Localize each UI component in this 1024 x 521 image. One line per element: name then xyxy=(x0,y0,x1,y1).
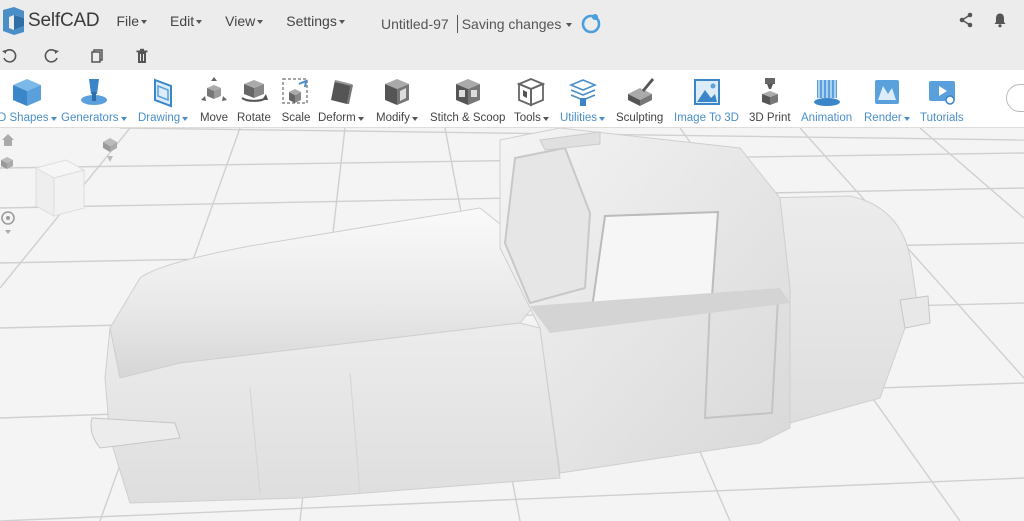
tool-label: Stitch & Scoop xyxy=(430,112,506,124)
tutorials-icon xyxy=(928,81,955,105)
chevron-down-icon xyxy=(903,117,910,121)
chevron-down-icon xyxy=(182,117,189,121)
chevron-down-icon xyxy=(411,117,418,121)
top-right-actions xyxy=(958,12,1008,28)
menu-view[interactable]: View xyxy=(225,13,264,29)
document-header: Untitled-97 Saving changes xyxy=(381,13,602,35)
document-title[interactable]: Untitled-97 xyxy=(381,16,449,32)
tool-modify[interactable]: Modify xyxy=(376,76,418,124)
deform-icon xyxy=(330,80,353,104)
tool-label: Render xyxy=(864,112,902,124)
tool-label: D Shapes xyxy=(0,112,49,124)
divider xyxy=(456,15,458,33)
chevron-down-icon xyxy=(542,117,549,121)
tool-label: Drawing xyxy=(138,112,181,124)
tool-label: Tutorials xyxy=(920,112,964,124)
main-menu: File Edit View Settings xyxy=(116,13,367,29)
app-name: SelfCAD xyxy=(28,10,100,31)
chevron-down-icon xyxy=(599,117,606,121)
tool-render[interactable]: Render xyxy=(864,76,910,124)
tool-move[interactable]: Move xyxy=(199,76,229,124)
tool-label: Animation xyxy=(801,112,853,124)
saving-spinner-icon xyxy=(582,14,601,34)
drawing-icon xyxy=(154,78,173,108)
utilities-icon xyxy=(568,79,597,106)
tool-label: Utilities xyxy=(560,112,598,124)
scale-icon xyxy=(282,78,308,104)
menu-file[interactable]: File xyxy=(116,13,148,29)
tool-label: Scale xyxy=(281,112,311,124)
tool-tools[interactable]: Tools xyxy=(514,76,549,124)
cube-icon xyxy=(13,79,42,106)
chevron-down-icon xyxy=(50,117,57,121)
generator-icon xyxy=(80,79,107,105)
tool-stitch-scoop[interactable]: Stitch & Scoop xyxy=(430,76,505,124)
chevron-down-icon xyxy=(257,20,264,24)
rotate-icon xyxy=(241,80,268,102)
tool-label: Rotate xyxy=(237,112,271,124)
tool-drawing[interactable]: Drawing xyxy=(138,76,189,124)
tool-deform[interactable]: Deform xyxy=(318,76,364,124)
3d-viewport[interactable] xyxy=(0,128,1024,521)
tool-label: Deform xyxy=(318,112,356,124)
car-body-model[interactable] xyxy=(0,128,1024,521)
tool-tutorials[interactable]: Tutorials xyxy=(920,76,964,124)
chevron-down-icon xyxy=(196,20,203,24)
tool-3d-print[interactable]: 3D Print xyxy=(749,76,791,124)
modify-icon xyxy=(384,79,409,105)
tool-label: Generators xyxy=(61,112,119,124)
tool-label: 3D Print xyxy=(749,112,791,124)
animation-icon xyxy=(813,80,840,106)
chevron-down-icon xyxy=(338,20,345,24)
save-status-dropdown[interactable]: Saving changes xyxy=(462,16,573,32)
chevron-down-icon xyxy=(120,117,127,121)
menu-file-label: File xyxy=(116,13,140,29)
menu-settings-label: Settings xyxy=(286,13,337,29)
3d-print-icon xyxy=(761,78,778,105)
tool-utilities[interactable]: Utilities xyxy=(560,76,606,124)
copy-icon[interactable] xyxy=(89,48,105,64)
menu-bar: SelfCAD File Edit View Settings Untitled… xyxy=(0,0,1024,42)
save-status-text: Saving changes xyxy=(461,16,562,32)
trash-icon[interactable] xyxy=(134,48,150,64)
tool-sculpting[interactable]: Sculpting xyxy=(616,76,663,124)
bell-icon[interactable] xyxy=(992,12,1008,28)
stitch-scoop-icon xyxy=(455,79,480,105)
tool-generators[interactable]: Generators xyxy=(61,76,127,124)
chevron-down-icon xyxy=(141,20,148,24)
tool-rotate[interactable]: Rotate xyxy=(237,76,271,124)
tool-label: Image To 3D xyxy=(674,112,739,124)
chevron-down-icon xyxy=(357,117,364,121)
image-to-3d-icon xyxy=(693,79,720,105)
tool-label: Tools xyxy=(514,112,541,124)
tool-shapes[interactable]: D Shapes xyxy=(0,76,57,124)
redo-icon[interactable] xyxy=(44,48,60,64)
history-bar xyxy=(0,42,1024,70)
render-icon xyxy=(874,80,899,104)
tool-image-to-3d[interactable]: Image To 3D xyxy=(674,76,739,124)
selfcad-logo-icon xyxy=(3,7,24,35)
undo-icon[interactable] xyxy=(1,48,17,64)
sculpting-icon xyxy=(627,78,654,106)
tool-label: Modify xyxy=(376,112,410,124)
menu-settings[interactable]: Settings xyxy=(286,13,345,29)
tool-label: Move xyxy=(199,112,229,124)
menu-edit[interactable]: Edit xyxy=(170,13,203,29)
tool-ribbon: D Shapes Generators Drawing Move Rotate xyxy=(0,70,1024,128)
move-icon xyxy=(201,77,227,101)
app-logo[interactable]: SelfCAD xyxy=(0,0,100,42)
menu-view-label: View xyxy=(225,13,256,29)
menu-edit-label: Edit xyxy=(170,13,195,29)
tool-label: Sculpting xyxy=(616,112,664,124)
tool-animation[interactable]: Animation xyxy=(801,76,852,124)
tool-scale[interactable]: Scale xyxy=(281,76,311,124)
chevron-down-icon xyxy=(566,23,573,27)
share-icon[interactable] xyxy=(958,12,974,28)
tools-icon xyxy=(517,78,546,107)
